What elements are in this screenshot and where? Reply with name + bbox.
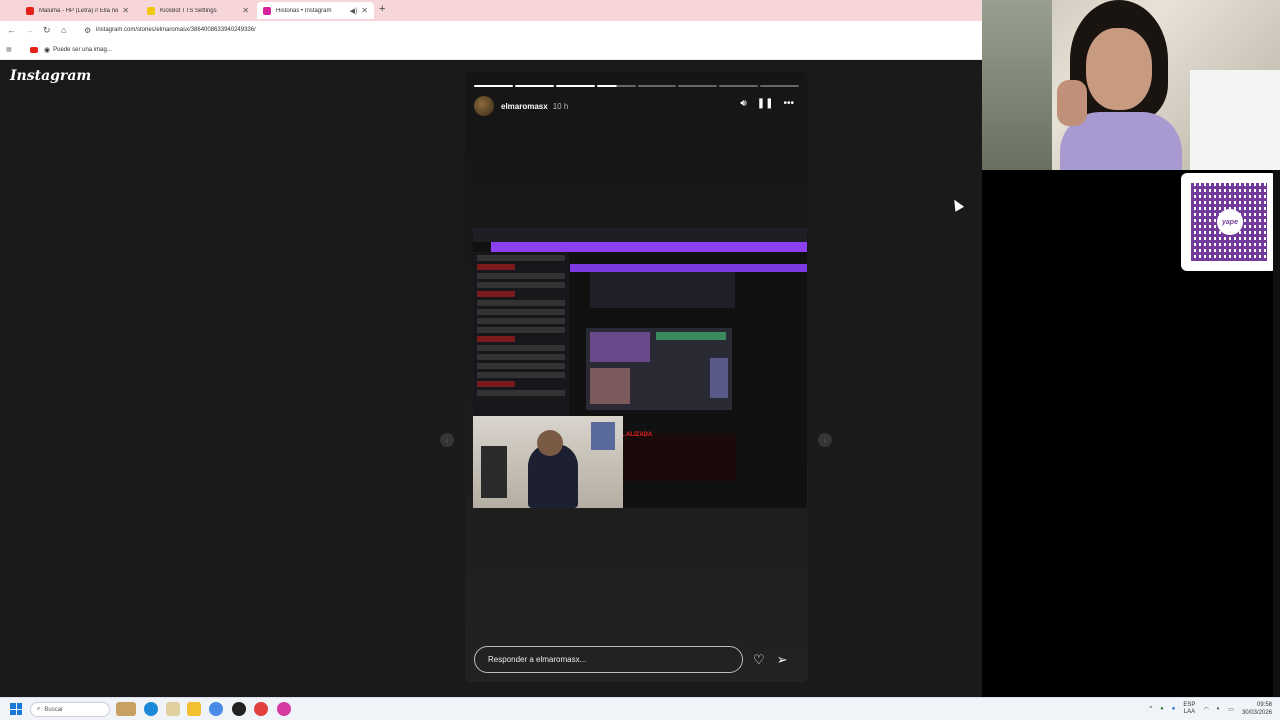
tab-title: Historias • Instagram [276,7,332,14]
bookmark-item[interactable]: ◉ Puede ser una imag... [30,46,112,54]
progress-segment [596,85,636,87]
kickbot-favicon-icon [147,6,155,15]
close-tab-icon[interactable]: ✕ [242,6,249,15]
close-tab-icon[interactable]: ✕ [361,6,368,15]
notepad-icon[interactable] [166,702,180,716]
battery-icon[interactable]: ▭ [1228,706,1234,713]
bookmark-label: Puede ser una imag... [53,47,112,53]
media-browser-bar [473,228,807,242]
volume-icon[interactable]: 🔊︎ [740,98,746,109]
media-red-banner [623,433,736,481]
progress-segment [678,85,718,87]
close-tab-icon[interactable]: ✕ [122,6,129,15]
story-header: elmaromasx 10 h 🔊︎ ❚❚ ••• [474,95,799,117]
send-icon[interactable]: ➢ [777,652,788,668]
bookmarks-bar: ▦ ◉ Puede ser una imag... [0,42,982,60]
streamer-webcam [982,0,1280,170]
globe-icon: ◉ [44,47,51,54]
story-media: ...ALIZADA [473,228,807,508]
tab-title: KickBot TTS Settings [160,7,217,14]
search-icon: ⌕ [37,706,41,712]
tray-app-icon[interactable]: ● [1160,706,1164,712]
instagram-page: Instagram ‹ › elmaromasx 10 h 🔊︎ ❚❚ ••• … [0,60,982,697]
progress-segment [719,85,759,87]
yape-logo: yape [1217,209,1243,235]
next-story-button[interactable]: › [818,433,832,447]
media-overlay-text: ...ALIZADA [621,432,653,438]
progress-segment [555,85,595,87]
tab-kickbot[interactable]: KickBot TTS Settings ✕ [141,2,255,19]
taskbar-search[interactable]: ⌕ Buscar [30,702,110,717]
tab-bar: Maluma - HP (Letra) // Ella no e ✕ KickB… [0,0,982,21]
apps-grid-icon[interactable]: ▦ [6,46,12,53]
story-viewer[interactable]: elmaromasx 10 h 🔊︎ ❚❚ ••• ...ALIZADA Res… [465,72,808,682]
media-sidebar [473,252,569,422]
tab-maluma[interactable]: Maluma - HP (Letra) // Ella no e ✕ [20,2,135,19]
instagram-logo[interactable]: Instagram [10,68,91,84]
tab-title: Maluma - HP (Letra) // Ella no e [39,7,119,14]
media-thumbnail-grid [590,272,735,308]
heart-icon[interactable]: ♡ [753,652,765,668]
chrome-icon[interactable] [209,702,223,716]
search-placeholder: Buscar [44,706,64,713]
site-info-icon[interactable]: ⚙ [84,26,91,35]
media-center-panel [586,328,732,410]
progress-segment [474,85,513,87]
qr-code: yape [1181,173,1277,271]
tray-app-icon[interactable]: ● [1172,706,1176,712]
home-icon[interactable]: ⌂ [61,25,66,35]
previous-story-button[interactable]: ‹ [440,433,454,447]
progress-segment [760,85,799,87]
wifi-icon[interactable]: ◠ [1203,706,1208,713]
clock[interactable]: 09:58 30/03/2026 [1242,701,1272,717]
forward-icon[interactable]: → [25,25,34,35]
url-field[interactable]: instagram.com/stories/elmaromasx/3864008… [96,27,256,33]
taskbar: ⌕ Buscar ^ ● ● ESP LAA ◠ 🔈︎ ▭ 09:58 30/0… [0,697,1280,720]
progress-segment [637,85,677,87]
address-bar: ← → ↻ ⌂ ⚙ instagram.com/stories/elmaroma… [0,21,982,42]
story-username[interactable]: elmaromasx [501,102,548,111]
record-app-icon[interactable] [254,702,268,716]
instagram-favicon-icon [263,6,271,15]
more-options-icon[interactable]: ••• [783,98,794,109]
chrome-profile-icon[interactable] [277,702,291,716]
speaker-icon[interactable]: ◀) [350,7,358,15]
back-icon[interactable]: ← [7,25,16,35]
obs-icon[interactable] [232,702,246,716]
browser-window: Maluma - HP (Letra) // Ella no e ✕ KickB… [0,0,982,697]
system-tray: ^ ● ● ESP LAA ◠ 🔈︎ ▭ 09:58 30/03/2026 [1149,701,1272,717]
new-tab-icon[interactable]: + [379,3,385,15]
language-indicator[interactable]: ESP LAA [1183,702,1195,716]
weather-widget-icon[interactable] [116,702,136,716]
youtube-icon [30,47,38,53]
youtube-favicon-icon [26,6,34,15]
scrollbar[interactable] [1273,170,1280,697]
pause-icon[interactable]: ❚❚ [757,98,774,109]
edge-icon[interactable] [144,702,158,716]
reload-icon[interactable]: ↻ [43,25,51,36]
avatar[interactable] [474,96,494,116]
volume-icon[interactable]: 🔈︎ [1217,706,1221,713]
reply-input[interactable]: Responder a elmaromasx... [474,646,743,673]
tray-expand-icon[interactable]: ^ [1149,706,1152,712]
media-purple-banner [491,242,807,252]
file-explorer-icon[interactable] [187,702,201,716]
story-progress-bar [474,85,799,87]
progress-segment [514,85,554,87]
start-icon[interactable] [10,703,22,715]
media-webcam [473,416,623,508]
screen: Maluma - HP (Letra) // Ella no e ✕ KickB… [0,0,1280,720]
media-notice-bar [570,264,807,272]
story-time: 10 h [552,101,569,111]
tab-instagram-stories[interactable]: Historias • Instagram ◀) ✕ [257,2,374,19]
